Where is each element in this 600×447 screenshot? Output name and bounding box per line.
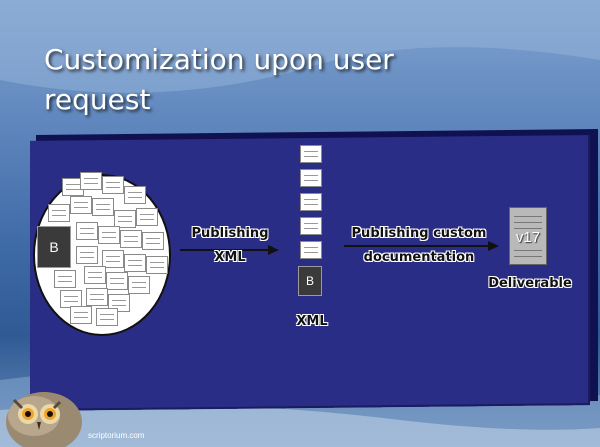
topic-doc-icon (76, 246, 98, 264)
xml-doc-icon (300, 241, 322, 259)
xml-doc-icon (300, 145, 322, 163)
topic-doc-icon (136, 208, 158, 226)
deliverable-doc-icon: v17 (509, 207, 547, 265)
topic-doc-icon (142, 232, 164, 250)
topic-doc-icon (80, 172, 102, 190)
xml-doc-icon (300, 169, 322, 187)
topic-doc-icon (76, 222, 98, 240)
deliverable-version: v17 (515, 229, 541, 246)
topic-doc-icon (146, 256, 168, 274)
arrow2-label-line2: documentation (363, 250, 475, 265)
xml-doc-icon (300, 217, 322, 235)
topic-doc-icon (70, 196, 92, 214)
topic-doc-icon (92, 198, 114, 216)
topic-doc-icon (120, 230, 142, 248)
arrow1-label-line1: Publishing (191, 226, 269, 241)
topic-doc-icon (86, 288, 108, 306)
topic-doc-icon (54, 270, 76, 288)
topic-doc-icon (70, 306, 92, 324)
topic-doc-icon (128, 276, 150, 294)
topic-doc-icon (124, 186, 146, 204)
topic-doc-icon (102, 176, 124, 194)
footer-credit: scriptorium.com (88, 431, 145, 440)
topic-doc-icon (106, 272, 128, 290)
owl-logo-icon (6, 392, 82, 447)
slide-title: Customization upon user request (44, 43, 394, 116)
topic-doc-icon (96, 308, 118, 326)
xml-doc-icon (300, 193, 322, 211)
source-b-block: B (37, 226, 71, 268)
topic-doc-icon (84, 266, 106, 284)
topic-doc-icon (124, 254, 146, 272)
topic-doc-icon (48, 204, 70, 222)
deliverable-caption: Deliverable (488, 276, 572, 291)
xml-caption: XML (296, 314, 328, 329)
arrow2-label-line1: Publishing custom (351, 226, 487, 241)
topic-doc-icon (98, 226, 120, 244)
xml-b-block: B (298, 266, 322, 296)
arrow1-label-line2: XML (214, 250, 246, 265)
